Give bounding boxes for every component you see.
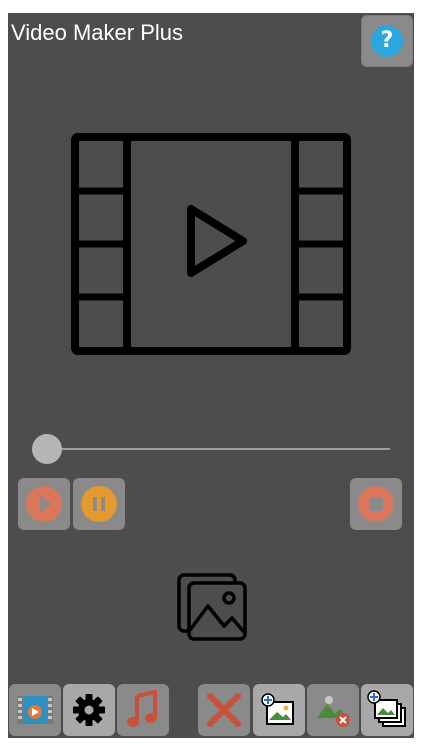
close-icon — [207, 693, 241, 727]
add-images-button[interactable] — [361, 684, 413, 736]
film-play-icon[interactable] — [71, 133, 351, 355]
delete-button[interactable] — [198, 684, 250, 736]
video-strip-icon — [17, 696, 53, 724]
video-strip-button[interactable] — [9, 684, 61, 736]
help-button[interactable]: ? — [361, 15, 413, 67]
settings-button[interactable] — [63, 684, 115, 736]
remove-image-icon — [317, 696, 350, 727]
pause-button[interactable] — [73, 478, 125, 530]
music-note-icon — [127, 689, 157, 727]
stop-icon — [358, 486, 394, 522]
add-image-button[interactable] — [253, 684, 305, 736]
app-screen: Video Maker Plus ? — [8, 13, 414, 738]
add-image-icon — [261, 693, 294, 725]
play-icon — [26, 486, 62, 522]
seek-slider[interactable] — [32, 434, 390, 464]
pause-icon — [81, 486, 117, 522]
play-button[interactable] — [18, 478, 70, 530]
remove-image-button[interactable] — [307, 684, 359, 736]
gallery-icon[interactable] — [176, 572, 248, 642]
slider-track — [46, 448, 390, 450]
help-icon: ? — [371, 25, 403, 57]
gear-icon — [73, 694, 105, 726]
stop-button[interactable] — [350, 478, 402, 530]
slider-thumb[interactable] — [32, 434, 62, 464]
app-title: Video Maker Plus — [11, 20, 184, 45]
add-images-icon — [367, 690, 406, 727]
music-button[interactable] — [117, 684, 169, 736]
